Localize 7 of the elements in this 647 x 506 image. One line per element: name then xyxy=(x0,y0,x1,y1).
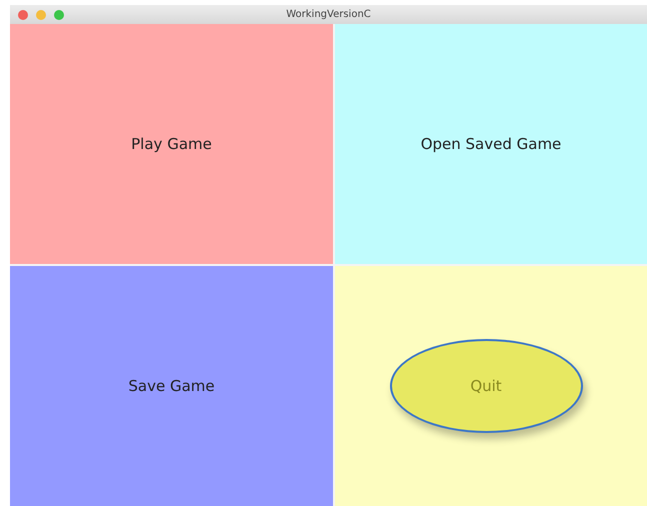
menu-button[interactable]: Play Game xyxy=(10,24,333,264)
zoom-icon[interactable] xyxy=(54,10,64,20)
menu-button[interactable]: Open Saved Game xyxy=(335,24,647,264)
menu-button[interactable]: Save Game xyxy=(10,266,333,506)
window-title: WorkingVersionC xyxy=(286,9,371,20)
close-icon[interactable] xyxy=(18,10,28,20)
minimize-icon[interactable] xyxy=(36,10,46,20)
